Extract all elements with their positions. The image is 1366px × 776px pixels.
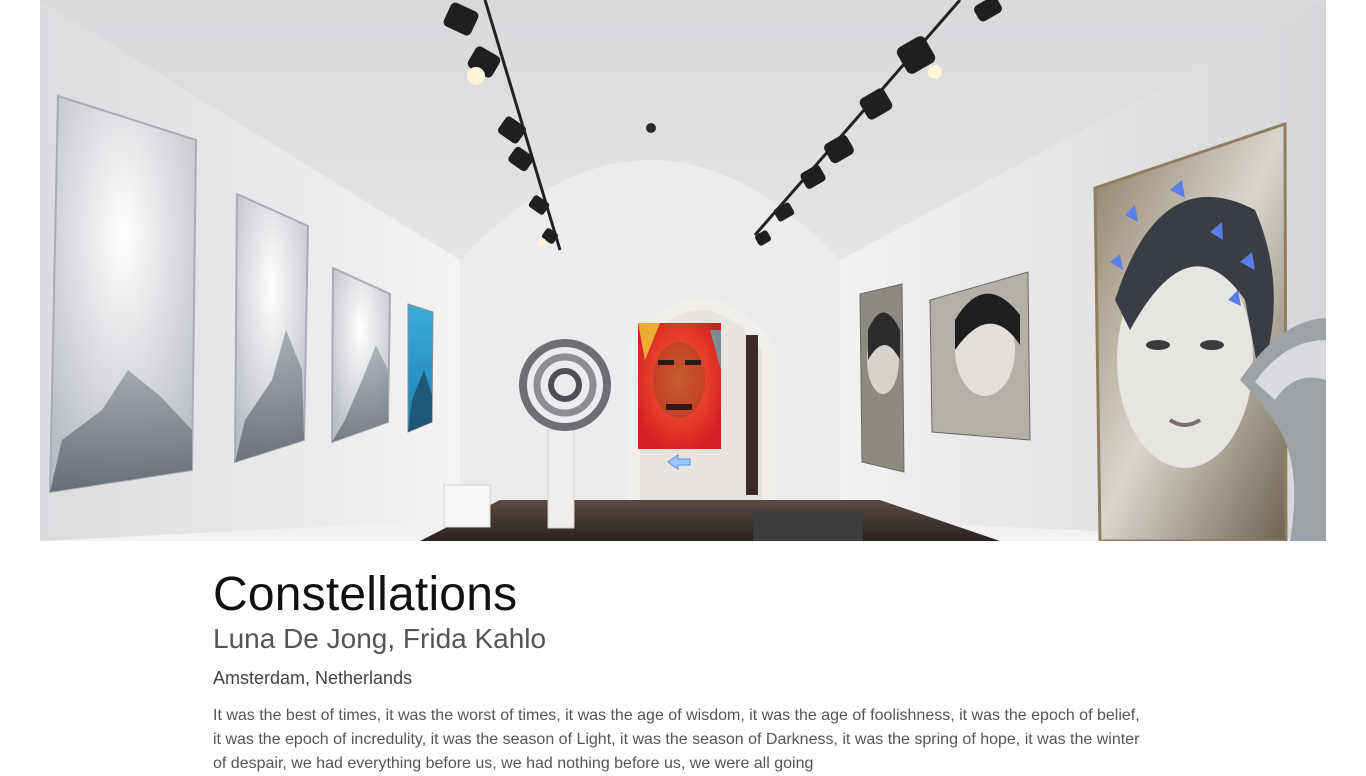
hero-image (40, 0, 1326, 541)
exhibition-details: Constellations Luna De Jong, Frida Kahlo… (213, 566, 1153, 776)
exhibition-title: Constellations (213, 568, 518, 621)
exhibition-location: Amsterdam, Netherlands (213, 668, 413, 688)
exhibition-description: It was the best of times, it was the wor… (213, 707, 1140, 772)
exhibition-artists: Luna De Jong, Frida Kahlo (213, 623, 547, 654)
